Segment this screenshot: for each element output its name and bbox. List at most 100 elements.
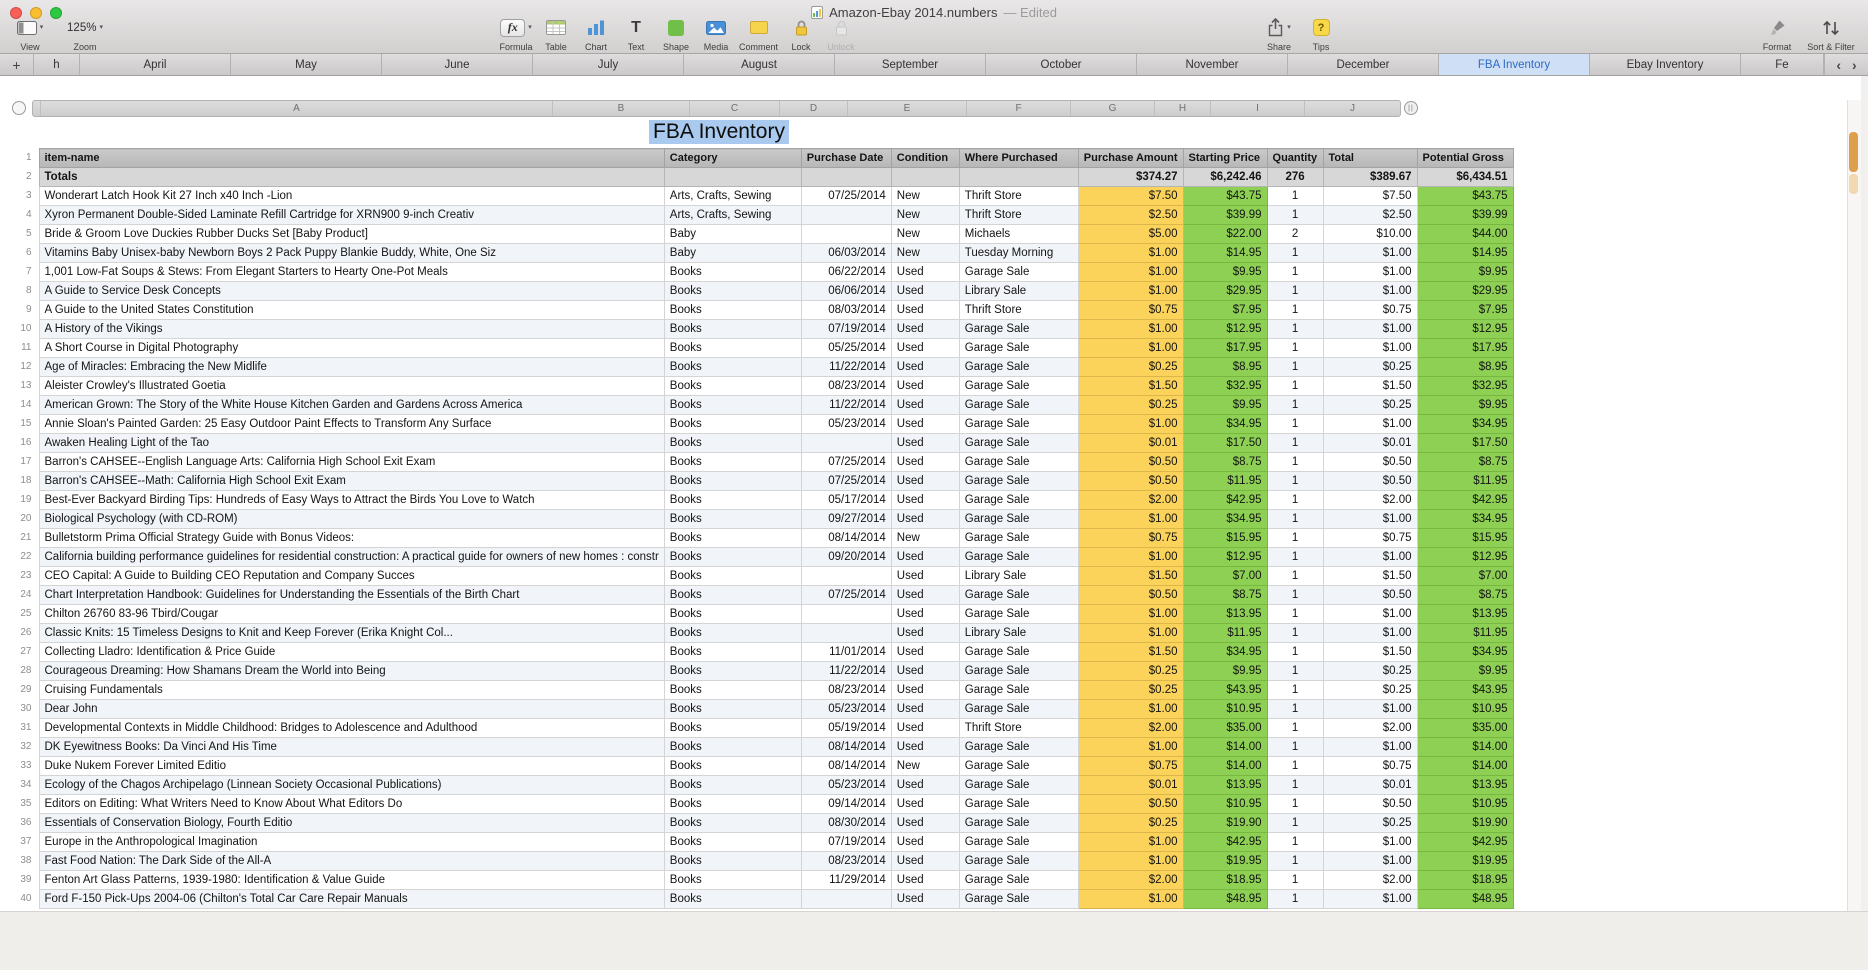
cell-H39[interactable]: 1 — [1266, 870, 1324, 890]
cell-B10[interactable]: Books — [663, 319, 802, 339]
cell-G26[interactable]: $11.95 — [1182, 623, 1268, 643]
cell-H16[interactable]: 1 — [1266, 433, 1324, 453]
cell-D7[interactable]: Used — [890, 262, 960, 282]
cell-J27[interactable]: $34.95 — [1416, 642, 1514, 662]
cell-J18[interactable]: $11.95 — [1416, 471, 1514, 491]
cell-E14[interactable]: Garage Sale — [958, 395, 1079, 415]
cell-J3[interactable]: $43.75 — [1416, 186, 1514, 206]
cell-H5[interactable]: 2 — [1266, 224, 1324, 244]
cell-B23[interactable]: Books — [663, 566, 802, 586]
cell-A6[interactable]: Vitamins Baby Unisex-baby Newborn Boys 2… — [38, 243, 665, 263]
cell-A34[interactable]: Ecology of the Chagos Archipelago (Linne… — [38, 775, 665, 795]
cell-F1[interactable]: Purchase Amount — [1077, 148, 1184, 168]
tips-button[interactable]: ? Tips — [1304, 13, 1338, 52]
cell-I28[interactable]: $0.25 — [1322, 661, 1418, 681]
cell-B1[interactable]: Category — [663, 148, 802, 168]
cell-I18[interactable]: $0.50 — [1322, 471, 1418, 491]
vertical-scrollbar-thumb[interactable] — [1849, 132, 1858, 172]
cell-C20[interactable]: 09/27/2014 — [800, 509, 892, 529]
cell-E15[interactable]: Garage Sale — [958, 414, 1079, 434]
cell-F2[interactable]: $374.27 — [1077, 167, 1184, 187]
cell-C12[interactable]: 11/22/2014 — [800, 357, 892, 377]
sheet-tab-may[interactable]: May — [231, 54, 382, 75]
cell-B28[interactable]: Books — [663, 661, 802, 681]
cell-D17[interactable]: Used — [890, 452, 960, 472]
cell-G6[interactable]: $14.95 — [1182, 243, 1268, 263]
cell-G16[interactable]: $17.50 — [1182, 433, 1268, 453]
col-header-H[interactable]: H — [1154, 101, 1210, 116]
cell-F32[interactable]: $1.00 — [1077, 737, 1184, 757]
cell-H14[interactable]: 1 — [1266, 395, 1324, 415]
cell-F11[interactable]: $1.00 — [1077, 338, 1184, 358]
cell-J23[interactable]: $7.00 — [1416, 566, 1514, 586]
cell-C31[interactable]: 05/19/2014 — [800, 718, 892, 738]
cell-A39[interactable]: Fenton Art Glass Patterns, 1939-1980: Id… — [38, 870, 665, 890]
cell-H8[interactable]: 1 — [1266, 281, 1324, 301]
cell-J11[interactable]: $17.95 — [1416, 338, 1514, 358]
cell-D23[interactable]: Used — [890, 566, 960, 586]
cell-G20[interactable]: $34.95 — [1182, 509, 1268, 529]
cell-G39[interactable]: $18.95 — [1182, 870, 1268, 890]
cell-C15[interactable]: 05/23/2014 — [800, 414, 892, 434]
cell-C3[interactable]: 07/25/2014 — [800, 186, 892, 206]
cell-C29[interactable]: 08/23/2014 — [800, 680, 892, 700]
cell-J31[interactable]: $35.00 — [1416, 718, 1514, 738]
cell-A21[interactable]: Bulletstorm Prima Official Strategy Guid… — [38, 528, 665, 548]
row-header-21[interactable]: 21 — [8, 528, 39, 548]
cell-D3[interactable]: New — [890, 186, 960, 206]
cell-H29[interactable]: 1 — [1266, 680, 1324, 700]
row-header-19[interactable]: 19 — [8, 490, 39, 510]
formula-button[interactable]: fx ▾ Formula — [499, 13, 533, 52]
cell-G15[interactable]: $34.95 — [1182, 414, 1268, 434]
cell-D1[interactable]: Condition — [890, 148, 960, 168]
cell-B15[interactable]: Books — [663, 414, 802, 434]
cell-D4[interactable]: New — [890, 205, 960, 225]
cell-G8[interactable]: $29.95 — [1182, 281, 1268, 301]
cell-C26[interactable] — [800, 623, 892, 643]
cell-J30[interactable]: $10.95 — [1416, 699, 1514, 719]
cell-J34[interactable]: $13.95 — [1416, 775, 1514, 795]
cell-F39[interactable]: $2.00 — [1077, 870, 1184, 890]
cell-E9[interactable]: Thrift Store — [958, 300, 1079, 320]
cell-I11[interactable]: $1.00 — [1322, 338, 1418, 358]
cell-B3[interactable]: Arts, Crafts, Sewing — [663, 186, 802, 206]
cell-C32[interactable]: 08/14/2014 — [800, 737, 892, 757]
cell-D9[interactable]: Used — [890, 300, 960, 320]
cell-E37[interactable]: Garage Sale — [958, 832, 1079, 852]
cell-B34[interactable]: Books — [663, 775, 802, 795]
cell-D20[interactable]: Used — [890, 509, 960, 529]
cell-B30[interactable]: Books — [663, 699, 802, 719]
cell-B35[interactable]: Books — [663, 794, 802, 814]
row-header-14[interactable]: 14 — [8, 395, 39, 415]
cell-A22[interactable]: California building performance guidelin… — [38, 547, 665, 567]
row-header-10[interactable]: 10 — [8, 319, 39, 339]
cell-E22[interactable]: Garage Sale — [958, 547, 1079, 567]
cell-F17[interactable]: $0.50 — [1077, 452, 1184, 472]
cell-B24[interactable]: Books — [663, 585, 802, 605]
cell-F23[interactable]: $1.50 — [1077, 566, 1184, 586]
cell-G31[interactable]: $35.00 — [1182, 718, 1268, 738]
cell-D27[interactable]: Used — [890, 642, 960, 662]
cell-J8[interactable]: $29.95 — [1416, 281, 1514, 301]
cell-H17[interactable]: 1 — [1266, 452, 1324, 472]
cell-J37[interactable]: $42.95 — [1416, 832, 1514, 852]
cell-E40[interactable]: Garage Sale — [958, 889, 1079, 909]
row-header-27[interactable]: 27 — [8, 642, 39, 662]
cell-A2[interactable]: Totals — [38, 167, 665, 187]
cell-J26[interactable]: $11.95 — [1416, 623, 1514, 643]
row-header-38[interactable]: 38 — [8, 851, 39, 871]
cell-I40[interactable]: $1.00 — [1322, 889, 1418, 909]
cell-F6[interactable]: $1.00 — [1077, 243, 1184, 263]
cell-I12[interactable]: $0.25 — [1322, 357, 1418, 377]
cell-I17[interactable]: $0.50 — [1322, 452, 1418, 472]
cell-F36[interactable]: $0.25 — [1077, 813, 1184, 833]
cell-B6[interactable]: Baby — [663, 243, 802, 263]
cell-E34[interactable]: Garage Sale — [958, 775, 1079, 795]
cell-H7[interactable]: 1 — [1266, 262, 1324, 282]
row-header-18[interactable]: 18 — [8, 471, 39, 491]
cell-C37[interactable]: 07/19/2014 — [800, 832, 892, 852]
sheet-tab-december[interactable]: December — [1288, 54, 1439, 75]
cell-F16[interactable]: $0.01 — [1077, 433, 1184, 453]
cell-F19[interactable]: $2.00 — [1077, 490, 1184, 510]
row-header-40[interactable]: 40 — [8, 889, 39, 909]
